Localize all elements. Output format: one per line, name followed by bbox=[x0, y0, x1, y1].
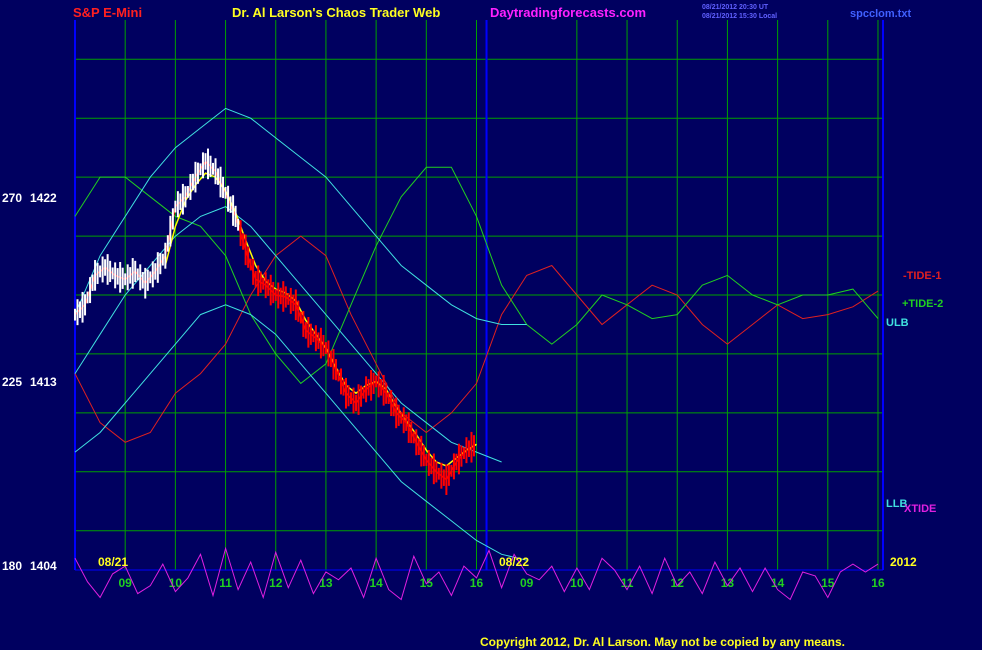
y-tick-left-270: 270 bbox=[2, 191, 22, 205]
x-tick-label: 16 bbox=[871, 576, 885, 590]
year-label: 2012 bbox=[890, 555, 917, 569]
series-moving-avg bbox=[164, 172, 477, 467]
x-tick-label: 12 bbox=[671, 576, 685, 590]
date-label-0822: 08/22 bbox=[499, 555, 529, 569]
y-tick-right-1404: 1404 bbox=[30, 559, 57, 573]
chart-svg: 09 10 11 12 13 14 15 16 09 10 11 12 13 14 15 16 S&P E-M… bbox=[2, 4, 943, 649]
x-tick-label: 10 bbox=[169, 576, 183, 590]
timestamp-local: 08/21/2012 15:30 Local bbox=[702, 13, 777, 20]
x-tick-label: 09 bbox=[520, 576, 534, 590]
x-tick-label: 13 bbox=[319, 576, 333, 590]
x-tick-label: 14 bbox=[369, 576, 383, 590]
chart-title: Dr. Al Larson's Chaos Trader Web bbox=[232, 5, 440, 20]
series-ulb bbox=[74, 107, 527, 325]
legend-xtide: XTIDE bbox=[904, 503, 936, 515]
date-label-0821: 08/21 bbox=[98, 555, 128, 569]
series-llb bbox=[74, 304, 527, 561]
legend-tide1: -TIDE-1 bbox=[903, 270, 942, 282]
filename-label: spcclom.txt bbox=[850, 8, 911, 20]
legend-tide2: +TIDE-2 bbox=[902, 298, 943, 310]
timestamp-ut: 08/21/2012 20:30 UT bbox=[702, 4, 769, 11]
x-tick-label: 14 bbox=[771, 576, 785, 590]
copyright-text: Copyright 2012, Dr. Al Larson. May not b… bbox=[480, 635, 845, 649]
legend-ulb: ULB bbox=[886, 317, 909, 329]
chart-axes: 09 10 11 12 13 14 15 16 09 10 11 12 13 14 15 16 bbox=[74, 20, 885, 590]
instrument-label: S&P E-Mini bbox=[73, 5, 142, 20]
x-tick-label: 11 bbox=[219, 576, 232, 590]
x-tick-label: 12 bbox=[269, 576, 283, 590]
y-tick-right-1422: 1422 bbox=[30, 191, 57, 205]
y-tick-left-225: 225 bbox=[2, 375, 22, 389]
chart-grid bbox=[75, 20, 883, 570]
y-tick-right-1413: 1413 bbox=[30, 375, 57, 389]
x-tick-label: 10 bbox=[570, 576, 584, 590]
website-label: Daytradingforecasts.com bbox=[490, 5, 646, 20]
y-tick-left-180: 180 bbox=[2, 559, 22, 573]
